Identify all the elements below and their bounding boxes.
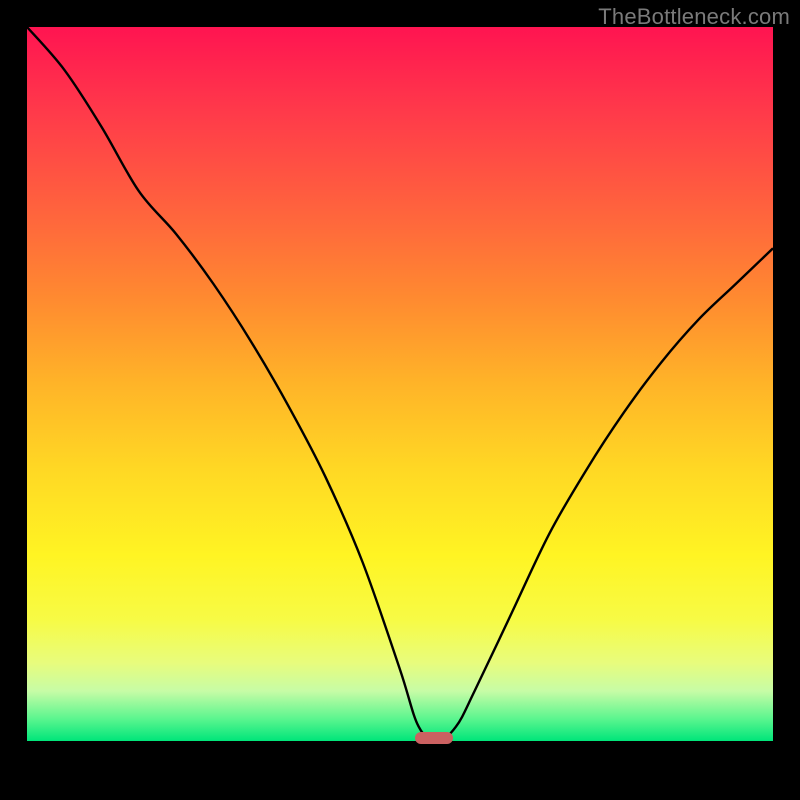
heat-gradient-background — [27, 27, 773, 741]
optimum-marker — [415, 732, 453, 744]
watermark-text: TheBottleneck.com — [598, 4, 790, 30]
plot-frame — [27, 27, 773, 773]
